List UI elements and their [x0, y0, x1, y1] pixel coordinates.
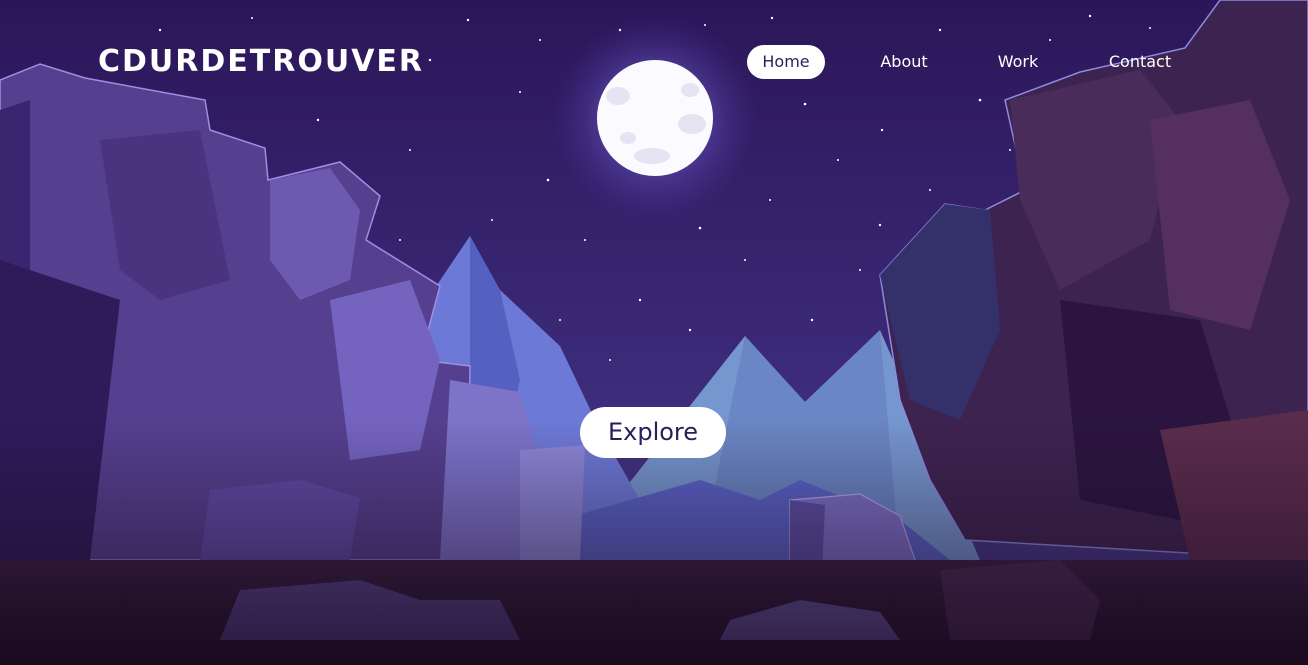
landing-page: CDURDETROUVER Home About Work Contact Ex…: [0, 0, 1308, 665]
nav-item-work[interactable]: Work: [979, 45, 1057, 79]
nav-item-home[interactable]: Home: [747, 45, 825, 79]
explore-button[interactable]: Explore: [580, 407, 726, 458]
night-canyon-illustration: [0, 0, 1308, 665]
nav-item-contact[interactable]: Contact: [1095, 45, 1185, 79]
site-logo[interactable]: CDURDETROUVER: [98, 44, 424, 79]
nav-item-about[interactable]: About: [862, 45, 946, 79]
